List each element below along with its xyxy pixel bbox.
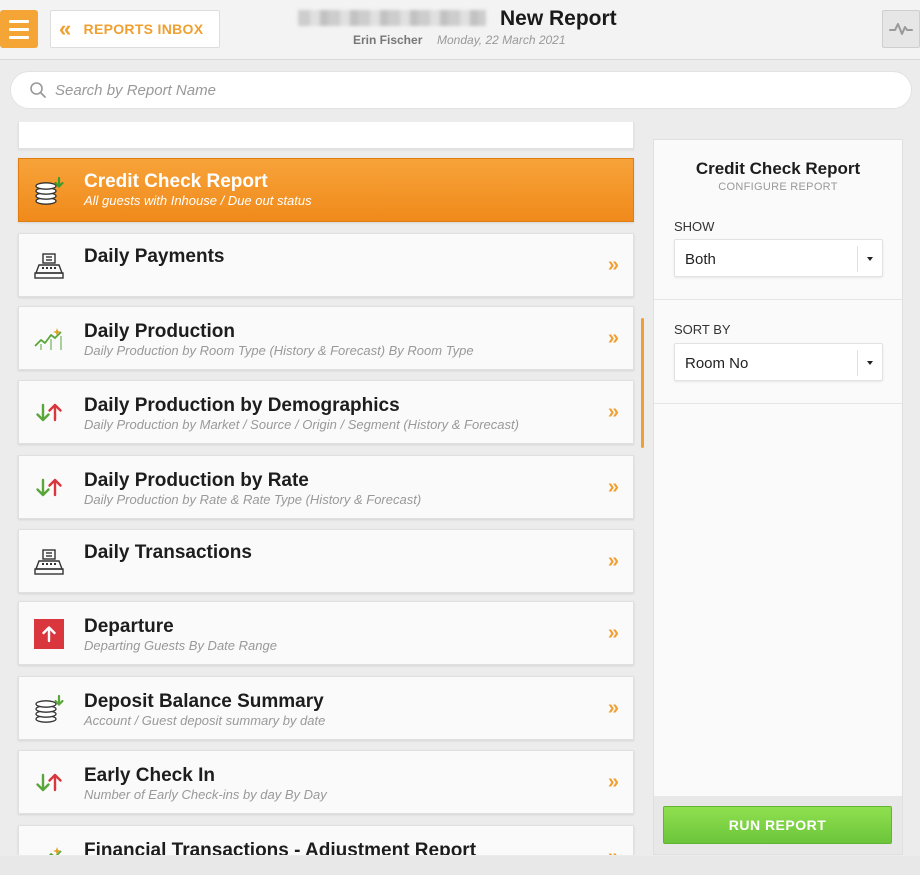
user-name: Erin Fischer [353, 33, 423, 47]
panel-subtitle: CONFIGURE REPORT [718, 181, 838, 193]
report-item-early-check-in[interactable]: Early Check In Number of Early Check-ins… [18, 750, 634, 814]
trend-chart-icon [31, 842, 67, 855]
bottom-strip [0, 856, 920, 875]
divider [654, 403, 902, 404]
hamburger-line [9, 35, 29, 39]
up-down-arrows-icon [31, 767, 67, 799]
double-chevron-right-icon: » [607, 622, 619, 644]
cash-register-icon [31, 250, 67, 282]
show-value: Both [685, 251, 716, 268]
redacted-property-name [298, 10, 486, 26]
double-chevron-right-icon: » [607, 771, 619, 793]
sort-by-select[interactable]: Room No [674, 343, 883, 381]
report-item-credit-check[interactable]: Credit Check Report All guests with Inho… [18, 158, 634, 222]
double-chevron-right-icon: » [608, 846, 619, 855]
double-chevron-right-icon: » [607, 476, 619, 498]
up-down-arrows-icon [31, 472, 67, 504]
report-description: All guests with Inhouse / Due out status [84, 193, 312, 208]
report-name: Daily Production by Demographics [84, 395, 400, 416]
double-chevron-right-icon: » [607, 550, 619, 572]
up-down-arrows-icon [31, 397, 67, 429]
report-name: Departure [84, 616, 174, 637]
search-input[interactable] [55, 81, 655, 99]
report-name: Daily Payments [84, 246, 225, 267]
report-list: Credit Check Report All guests with Inho… [0, 122, 650, 855]
top-bar: « REPORTS INBOX New Report Erin Fischer … [0, 0, 920, 60]
report-item-daily-production-demographics[interactable]: Daily Production by Demographics Daily P… [18, 380, 634, 444]
show-label: SHOW [674, 219, 715, 234]
search-bar [10, 71, 912, 109]
hamburger-line [9, 27, 29, 31]
report-description: Departing Guests By Date Range [84, 638, 277, 653]
double-chevron-left-icon: « [59, 16, 72, 41]
reports-inbox-button[interactable]: « REPORTS INBOX [50, 10, 220, 48]
sort-by-label: SORT BY [674, 322, 731, 337]
double-chevron-right-icon: » [607, 254, 619, 276]
pulse-icon [889, 23, 913, 35]
report-description: Number of Early Check-ins by day By Day [84, 787, 327, 802]
coin-stack-icon [31, 175, 67, 207]
sort-by-value: Room No [685, 355, 749, 372]
select-divider [857, 350, 858, 376]
report-name: Daily Production [84, 321, 235, 342]
page-title: New Report [500, 7, 617, 30]
report-name: Financial Transactions - Adjustment Repo… [84, 840, 477, 855]
current-date: Monday, 22 March 2021 [437, 33, 566, 47]
show-select[interactable]: Both [674, 239, 883, 277]
report-name: Credit Check Report [84, 171, 268, 192]
departure-arrow-icon [31, 618, 67, 650]
double-chevron-right-icon: » [607, 401, 619, 423]
panel-title: Credit Check Report [695, 159, 861, 178]
divider [654, 299, 902, 300]
report-item-daily-production-rate[interactable]: Daily Production by Rate Daily Productio… [18, 455, 634, 519]
caret-down-icon [867, 361, 873, 365]
report-item-departure[interactable]: Departure Departing Guests By Date Range… [18, 601, 634, 665]
configure-report-panel: Credit Check Report CONFIGURE REPORT SHO… [653, 139, 903, 855]
report-description: Daily Production by Market / Source / Or… [84, 417, 519, 432]
report-name: Daily Transactions [84, 542, 252, 563]
report-description: Daily Production by Room Type (History &… [84, 343, 474, 358]
double-chevron-right-icon: » [607, 697, 619, 719]
reports-inbox-label: REPORTS INBOX [83, 21, 204, 37]
hamburger-line [9, 19, 29, 23]
report-item-financial-transactions-adjustment[interactable]: Financial Transactions - Adjustment Repo… [18, 825, 634, 855]
search-icon [30, 82, 46, 98]
cash-register-icon [31, 546, 67, 578]
list-item-partial[interactable] [18, 122, 634, 149]
report-description: Account / Guest deposit summary by date [84, 713, 326, 728]
run-report-button[interactable]: RUN REPORT [663, 806, 892, 844]
select-divider [857, 246, 858, 272]
double-chevron-right-icon: » [607, 327, 619, 349]
coin-stack-icon [31, 693, 67, 725]
report-name: Daily Production by Rate [84, 470, 309, 491]
list-scrollbar[interactable] [641, 318, 644, 448]
report-item-daily-payments[interactable]: Daily Payments » [18, 233, 634, 297]
report-description: Daily Production by Rate & Rate Type (Hi… [84, 492, 422, 507]
report-item-deposit-balance-summary[interactable]: Deposit Balance Summary Account / Guest … [18, 676, 634, 740]
caret-down-icon [867, 257, 873, 261]
panel-footer: RUN REPORT [654, 796, 902, 854]
report-name: Deposit Balance Summary [84, 691, 324, 712]
report-item-daily-production[interactable]: Daily Production Daily Production by Roo… [18, 306, 634, 370]
report-name: Early Check In [84, 765, 215, 786]
activity-button[interactable] [882, 10, 920, 48]
trend-chart-icon [31, 323, 67, 355]
report-item-daily-transactions[interactable]: Daily Transactions » [18, 529, 634, 593]
hamburger-menu-button[interactable] [0, 10, 38, 48]
